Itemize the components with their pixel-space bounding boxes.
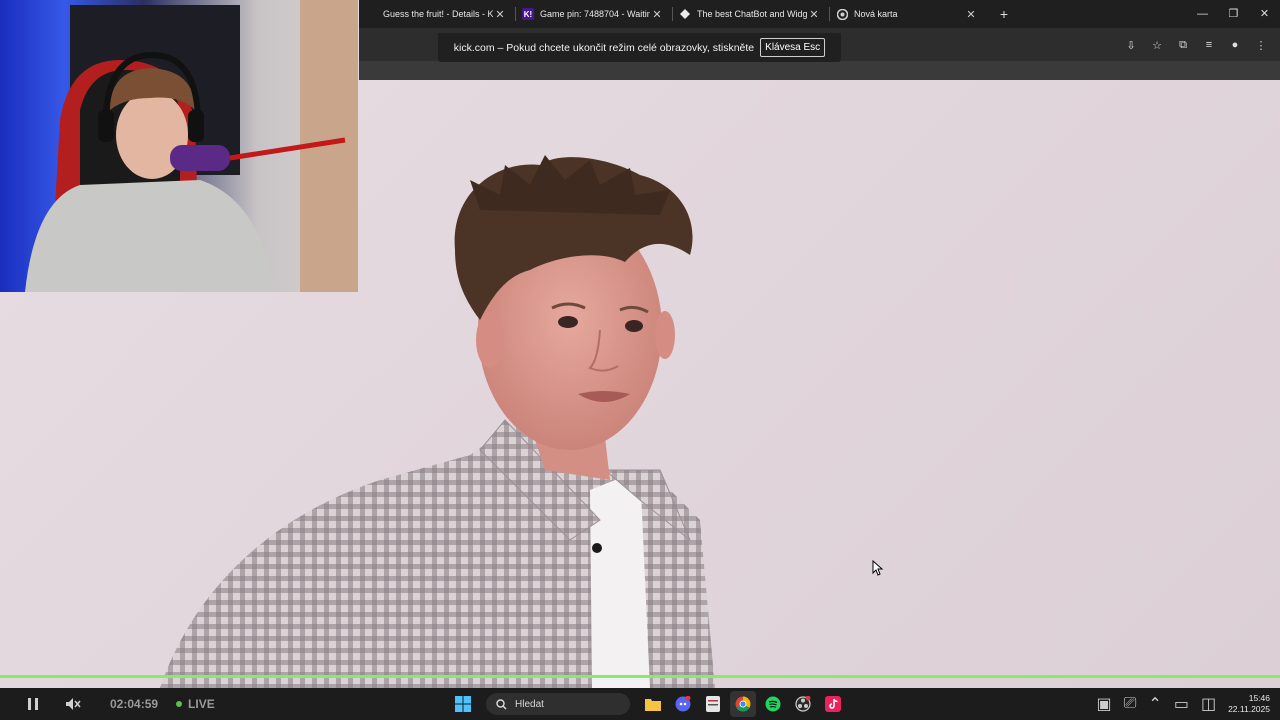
stream-video[interactable]: Guess the fruit! - Details - Kaho ✕ K! G…: [0, 0, 1280, 688]
taskbar-center: Hledat: [450, 688, 846, 720]
media-control-icon[interactable]: ≡: [1198, 34, 1220, 56]
browser-tab[interactable]: Nová karta ✕: [830, 0, 986, 28]
widget-icon[interactable]: ▣: [1096, 694, 1111, 714]
install-app-icon[interactable]: ⇩: [1120, 34, 1142, 56]
tab-close-icon[interactable]: ✕: [493, 8, 507, 21]
restore-icon[interactable]: ❐: [1218, 0, 1249, 28]
chrome-icon: [836, 8, 848, 20]
live-dot: [176, 701, 183, 707]
toolbar-icons: ⇩ ☆ ⧉ ≡ ● ⋮: [1120, 34, 1272, 56]
tab-title: The best ChatBot and Widgets: [697, 9, 807, 19]
browser-tab[interactable]: Guess the fruit! - Details - Kaho ✕: [359, 0, 515, 28]
menu-dots-icon[interactable]: ⋮: [1250, 34, 1272, 56]
browser-tab[interactable]: K! Game pin: 7488704 - Waiting fo ✕: [516, 0, 672, 28]
pause-icon[interactable]: [22, 693, 44, 715]
tab-close-icon[interactable]: ✕: [807, 8, 821, 21]
search-placeholder: Hledat: [515, 698, 544, 710]
notepad-icon[interactable]: [700, 691, 726, 717]
tab-title: Game pin: 7488704 - Waiting fo: [540, 9, 650, 19]
mouse-cursor-icon: [872, 560, 884, 576]
bookmark-star-icon[interactable]: ☆: [1146, 34, 1168, 56]
esc-key-badge: Klávesa Esc: [760, 38, 826, 57]
fullscreen-notice-text: kick.com – Pokud chcete ukončit režim ce…: [453, 41, 755, 54]
clock-date: 22.11.2025: [1228, 704, 1270, 714]
close-icon[interactable]: ✕: [1249, 0, 1280, 28]
tab-close-icon[interactable]: ✕: [650, 8, 664, 21]
mute-icon[interactable]: [62, 693, 84, 715]
browser-tab-bar: Guess the fruit! - Details - Kaho ✕ K! G…: [359, 0, 1280, 28]
minimize-icon[interactable]: —: [1187, 0, 1218, 28]
search-icon: [496, 698, 507, 709]
taskbar-search-input[interactable]: Hledat: [486, 693, 630, 715]
windows-start-icon[interactable]: [450, 691, 476, 717]
stream-time: 02:04:59: [110, 697, 159, 711]
extensions-icon[interactable]: ⧉: [1172, 34, 1194, 56]
spotify-icon[interactable]: [760, 691, 786, 717]
taskbar: 02:04:59 LIVE Hledat ▣ ⎚ ⌃ ▭ ◫ 15:46 22.…: [0, 688, 1280, 720]
profile-avatar-icon[interactable]: ●: [1224, 34, 1246, 56]
network-adapter-icon[interactable]: ⎚: [1124, 695, 1137, 713]
webcam-streamer-illustration: [25, 0, 358, 292]
new-tab-button[interactable]: +: [992, 6, 1016, 22]
player-controls: 02:04:59 LIVE: [22, 688, 215, 720]
system-tray: ▣ ⎚ ⌃ ▭ ◫ 15:46 22.11.2025: [1096, 688, 1270, 720]
webcam-overlay: [0, 0, 358, 292]
streamelements-icon: [679, 8, 691, 20]
chrome-icon[interactable]: [730, 691, 756, 717]
clock-time: 15:46: [1248, 693, 1270, 703]
tiktok-icon[interactable]: [820, 691, 846, 717]
discord-icon[interactable]: [670, 691, 696, 717]
obs-icon[interactable]: [790, 691, 816, 717]
fullscreen-exit-notice: kick.com – Pokud chcete ukončit režim ce…: [438, 33, 841, 62]
live-label: LIVE: [188, 697, 215, 711]
stream-progress-bar[interactable]: [0, 675, 1280, 678]
taskbar-clock[interactable]: 15:46 22.11.2025: [1228, 693, 1270, 715]
tray-chevron-up-icon[interactable]: ⌃: [1148, 694, 1161, 714]
display-icon[interactable]: ▭: [1174, 694, 1189, 714]
wifi-volume-icon[interactable]: ◫: [1201, 694, 1216, 714]
live-indicator[interactable]: LIVE: [176, 697, 215, 711]
window-controls: — ❐ ✕: [1187, 0, 1280, 28]
browser-tab[interactable]: The best ChatBot and Widgets ✕: [673, 0, 829, 28]
kahoot-k-icon: K!: [522, 8, 534, 20]
kahoot-icon: [365, 8, 377, 20]
tab-close-icon[interactable]: ✕: [964, 8, 978, 21]
tab-title: Guess the fruit! - Details - Kaho: [383, 9, 493, 19]
tab-title: Nová karta: [854, 9, 898, 19]
file-explorer-icon[interactable]: [640, 691, 666, 717]
